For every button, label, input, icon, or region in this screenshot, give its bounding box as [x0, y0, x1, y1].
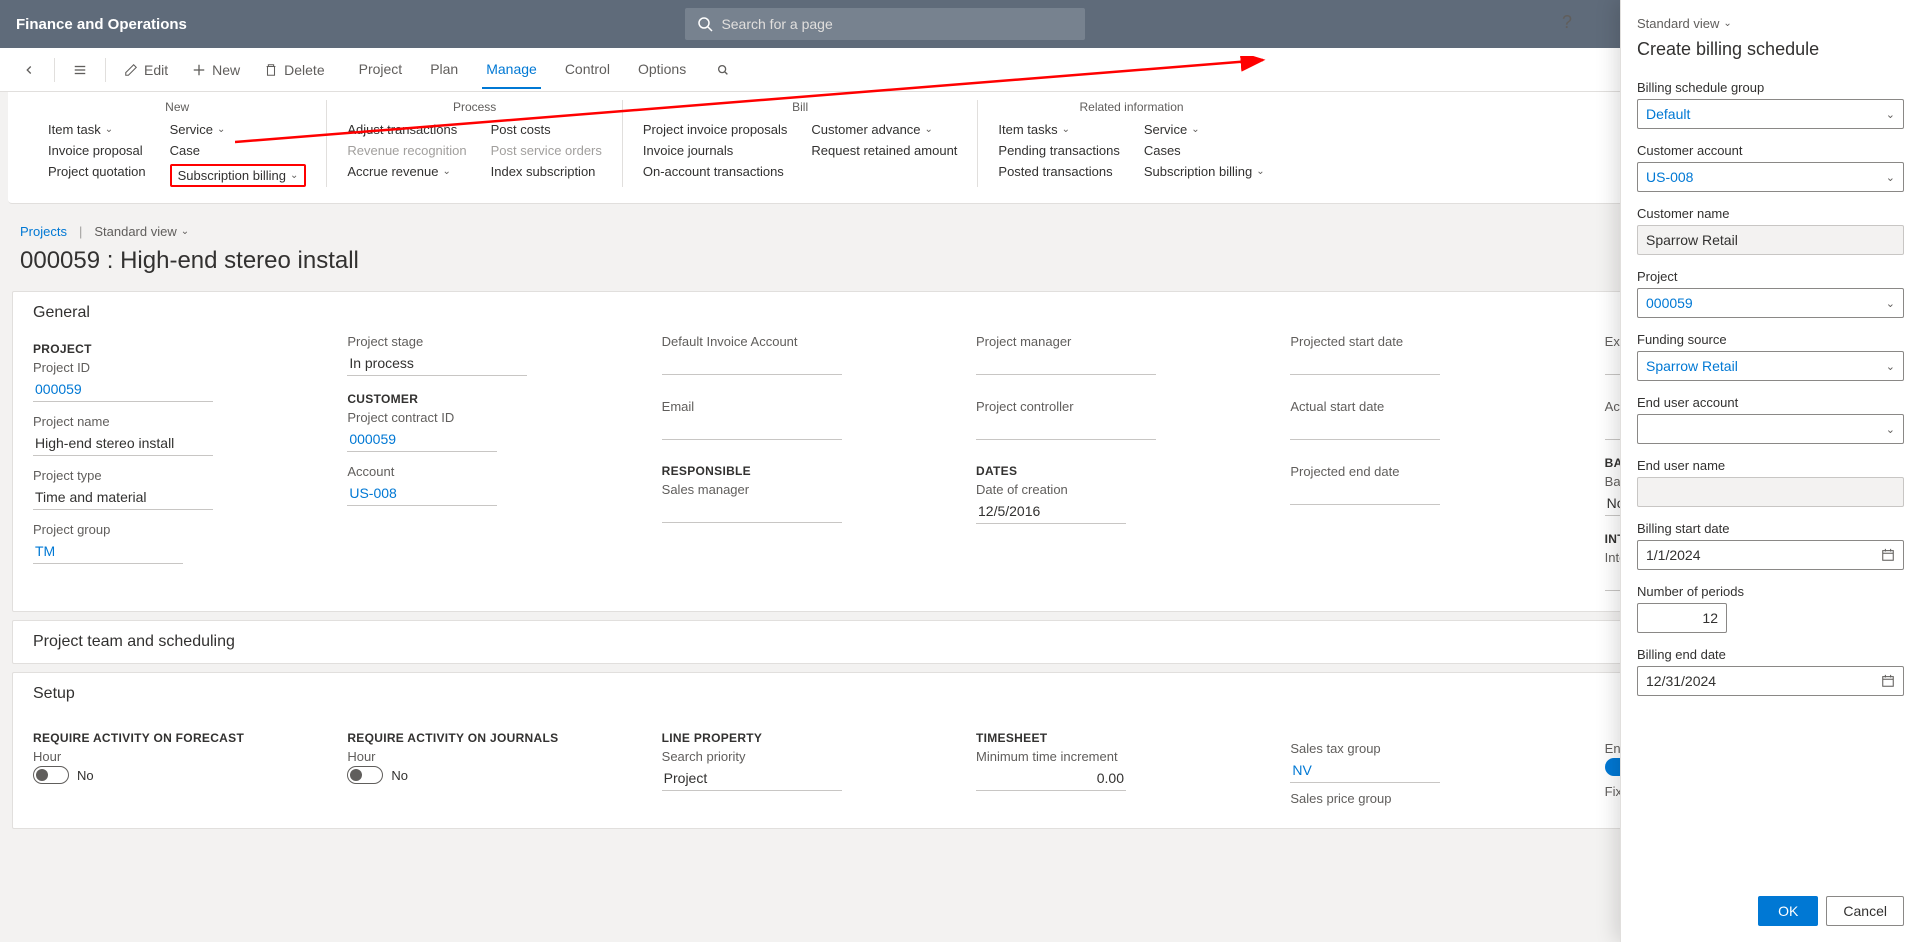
ribbon-pending[interactable]: Pending transactions [998, 143, 1119, 158]
funding-source-select[interactable]: Sparrow Retail⌄ [1637, 351, 1904, 381]
ribbon-adjust[interactable]: Adjust transactions [347, 122, 466, 137]
ribbon-rel-service[interactable]: Service⌄ [1144, 122, 1265, 137]
ribbon-group-bill: Bill Project invoice proposals Invoice j… [623, 100, 979, 187]
search-box[interactable]: Search for a page [685, 8, 1085, 40]
min-time-field[interactable]: 0.00 [976, 766, 1126, 791]
billing-start-date[interactable]: 1/1/2024 [1637, 540, 1904, 570]
ribbon-invoice-proposal[interactable]: Invoice proposal [48, 143, 146, 158]
project-heading: PROJECT [33, 342, 315, 356]
breadcrumb-projects[interactable]: Projects [20, 224, 67, 239]
ribbon-project-quotation[interactable]: Project quotation [48, 164, 146, 179]
project-select[interactable]: 000059⌄ [1637, 288, 1904, 318]
ribbon-item-tasks[interactable]: Item tasks⌄ [998, 122, 1119, 137]
toggle-lines-button[interactable] [63, 57, 97, 83]
app-title: Finance and Operations [16, 16, 187, 33]
account-field[interactable]: US-008 [347, 481, 497, 506]
journals-hour-toggle[interactable]: No [347, 766, 629, 784]
ribbon-group-process: Process Adjust transactions Revenue reco… [327, 100, 623, 187]
ribbon-post-service: Post service orders [491, 143, 602, 158]
dates-heading: DATES [976, 464, 1258, 478]
ribbon-revenue-recognition: Revenue recognition [347, 143, 466, 158]
project-type-field[interactable]: Time and material [33, 485, 213, 510]
sales-tax-field[interactable]: NV [1290, 758, 1440, 783]
breadcrumb-view[interactable]: Standard view⌄ [94, 224, 189, 239]
tab-plan[interactable]: Plan [426, 51, 462, 89]
help-icon[interactable]: ? [1562, 12, 1580, 33]
billing-end-date[interactable]: 12/31/2024 [1637, 666, 1904, 696]
calendar-icon [1881, 548, 1895, 562]
project-id-field[interactable]: 000059 [33, 377, 213, 402]
customer-heading: CUSTOMER [347, 392, 629, 406]
projected-start-field[interactable] [1290, 351, 1440, 375]
periods-input[interactable]: 12 [1637, 603, 1727, 633]
end-user-name-input [1637, 477, 1904, 507]
ribbon-accrue[interactable]: Accrue revenue⌄ [347, 164, 466, 179]
tab-project[interactable]: Project [355, 51, 407, 89]
projected-end-field[interactable] [1290, 481, 1440, 505]
project-group-field[interactable]: TM [33, 539, 183, 564]
panel-title: Create billing schedule [1637, 39, 1904, 60]
ribbon-request-retained[interactable]: Request retained amount [811, 143, 957, 158]
new-button[interactable]: New [182, 56, 250, 84]
create-billing-panel: Standard view⌄ Create billing schedule B… [1620, 0, 1920, 942]
find-button[interactable] [706, 57, 740, 83]
customer-name-input: Sparrow Retail [1637, 225, 1904, 255]
ribbon-group-new: New Item task⌄ Invoice proposal Project … [28, 100, 327, 187]
project-controller-field[interactable] [976, 416, 1156, 440]
ribbon-group-related: Related information Item tasks⌄ Pending … [978, 100, 1284, 187]
contract-id-field[interactable]: 000059 [347, 427, 497, 452]
cancel-button[interactable]: Cancel [1826, 896, 1904, 926]
ribbon-invoice-proposals[interactable]: Project invoice proposals [643, 122, 788, 137]
back-button[interactable] [12, 57, 46, 83]
search-priority-field[interactable]: Project [662, 766, 842, 791]
ribbon-customer-advance[interactable]: Customer advance⌄ [811, 122, 957, 137]
billing-group-select[interactable]: Default⌄ [1637, 99, 1904, 129]
end-user-account-select[interactable]: ⌄ [1637, 414, 1904, 444]
edit-button[interactable]: Edit [114, 56, 178, 84]
tab-control[interactable]: Control [561, 51, 614, 89]
ribbon-invoice-journals[interactable]: Invoice journals [643, 143, 788, 158]
sales-manager-field[interactable] [662, 499, 842, 523]
ribbon-subscription-billing[interactable]: Subscription billing⌄ [170, 164, 307, 187]
ribbon-post-costs[interactable]: Post costs [491, 122, 602, 137]
customer-account-select[interactable]: US-008⌄ [1637, 162, 1904, 192]
project-manager-field[interactable] [976, 351, 1156, 375]
ribbon-case[interactable]: Case [170, 143, 307, 158]
project-name-field[interactable]: High-end stereo install [33, 431, 213, 456]
tab-options[interactable]: Options [634, 51, 690, 89]
ok-button[interactable]: OK [1758, 896, 1818, 926]
delete-button[interactable]: Delete [254, 56, 334, 84]
search-icon [697, 16, 713, 32]
email-field[interactable] [662, 416, 842, 440]
search-placeholder: Search for a page [721, 16, 832, 32]
ribbon-service[interactable]: Service⌄ [170, 122, 307, 137]
forecast-hour-toggle[interactable]: No [33, 766, 315, 784]
date-creation-field[interactable]: 12/5/2016 [976, 499, 1126, 524]
ribbon-rel-subscription[interactable]: Subscription billing⌄ [1144, 164, 1265, 179]
tab-manage[interactable]: Manage [482, 51, 541, 89]
ribbon-on-account[interactable]: On-account transactions [643, 164, 788, 179]
default-invoice-field[interactable] [662, 351, 842, 375]
project-stage-field[interactable]: In process [347, 351, 527, 376]
ribbon-item-task[interactable]: Item task⌄ [48, 122, 146, 137]
ribbon-posted[interactable]: Posted transactions [998, 164, 1119, 179]
actual-start-field[interactable] [1290, 416, 1440, 440]
panel-view-selector[interactable]: Standard view⌄ [1637, 16, 1904, 31]
calendar-icon [1881, 674, 1895, 688]
ribbon-index-sub[interactable]: Index subscription [491, 164, 602, 179]
responsible-heading: RESPONSIBLE [662, 464, 944, 478]
ribbon-cases[interactable]: Cases [1144, 143, 1265, 158]
